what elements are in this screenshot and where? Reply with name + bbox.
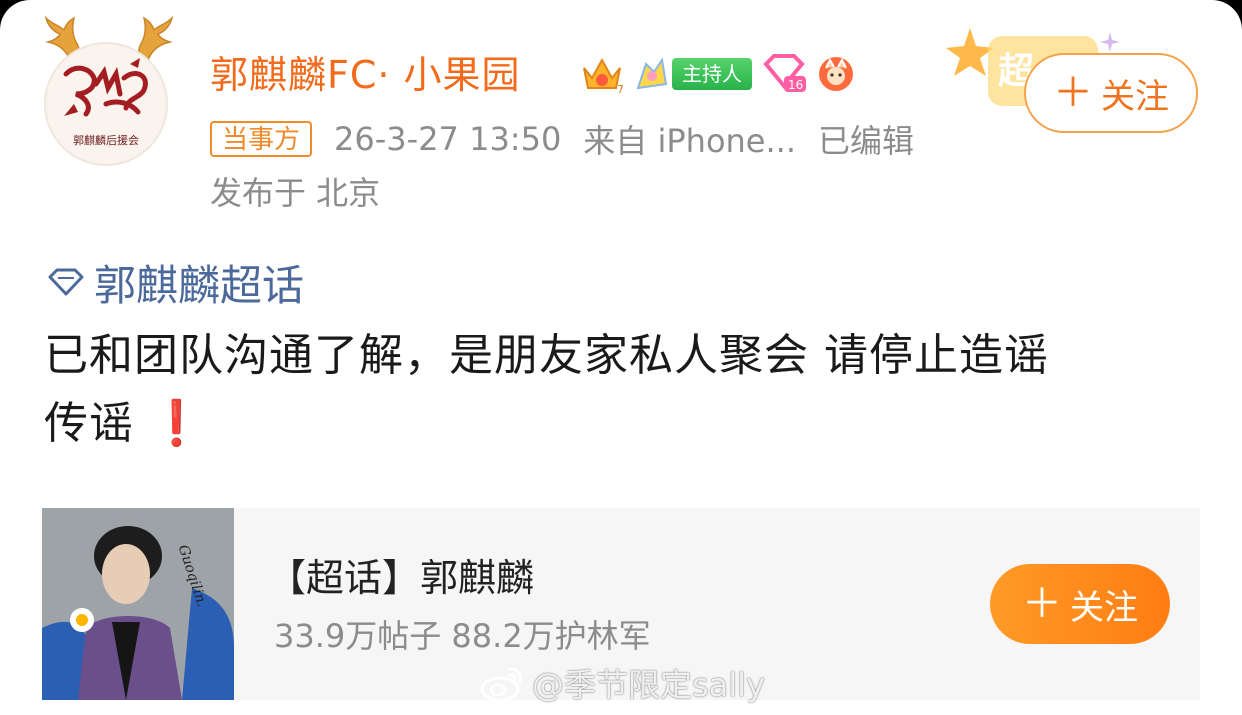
post-content: 已和团队沟通了解，是朋友家私人聚会 请停止造谣 传谣 ❗ xyxy=(44,322,1204,458)
post-content-line1: 已和团队沟通了解，是朋友家私人聚会 请停止造谣 xyxy=(44,330,1049,381)
dragon-logo-icon xyxy=(63,58,148,117)
plus-icon: ＋ xyxy=(1022,581,1062,627)
party-tag: 当事方 xyxy=(210,121,313,157)
topic-label: 郭麒麟超话 xyxy=(94,260,305,310)
post-content-line2: 传谣 xyxy=(44,398,134,449)
edited-label[interactable]: 已编辑 xyxy=(818,116,914,162)
post-source[interactable]: 来自 iPhone... xyxy=(583,116,796,162)
author-badges: 7 主持人 16 xyxy=(580,52,856,96)
topic-link[interactable]: 郭麒麟超话 xyxy=(46,252,304,312)
supertopic-stats: 33.9万帖子 88.2万护林军 xyxy=(274,617,651,655)
author-avatar[interactable]: 郭麒麟后援会 xyxy=(38,16,178,166)
crown-badge-icon[interactable]: 7 xyxy=(580,54,624,94)
plus-icon: ＋ xyxy=(1053,70,1093,116)
supertopic-follow-label: 关注 xyxy=(1070,587,1138,628)
avatar-logo: 郭麒麟后援会 xyxy=(44,42,168,166)
exclamation-emoji-icon: ❗ xyxy=(149,398,205,449)
level-badge-number: 16 xyxy=(788,78,803,92)
supertopic-photo: Guoqilin. xyxy=(42,508,234,700)
post-location: 发布于 北京 xyxy=(210,174,381,212)
host-badge[interactable]: 主持人 xyxy=(672,58,752,90)
follow-button[interactable]: ＋ 关注 xyxy=(1024,53,1198,133)
supertopic-title: 【超话】郭麒麟 xyxy=(268,556,535,600)
crown-badge-number: 7 xyxy=(617,83,624,94)
post-timestamp: 26-3-27 13:50 xyxy=(334,120,562,158)
author-name[interactable]: 郭麒麟FC· 小果园 xyxy=(210,50,521,100)
host-mascot-icon xyxy=(636,57,668,90)
cat-badge-icon[interactable] xyxy=(816,54,856,94)
post-card: 郭麒麟后援会 郭麒麟FC· 小果园 7 主持人 16 当事方 26-3-27 1… xyxy=(0,0,1242,715)
supertopic-follow-button[interactable]: ＋ 关注 xyxy=(990,564,1170,644)
watermark: @季节限定sally xyxy=(478,660,765,706)
post-meta: 当事方 26-3-27 13:50 来自 iPhone... 已编辑 xyxy=(210,116,914,162)
supertopic-diamond-icon xyxy=(48,268,84,296)
watermark-text: @季节限定sally xyxy=(532,666,766,704)
weibo-logo-icon xyxy=(480,667,522,702)
diamond-level-badge-icon[interactable]: 16 xyxy=(760,54,808,94)
avatar-logo-text: 郭麒麟后援会 xyxy=(73,134,139,147)
follow-button-label: 关注 xyxy=(1101,76,1169,117)
